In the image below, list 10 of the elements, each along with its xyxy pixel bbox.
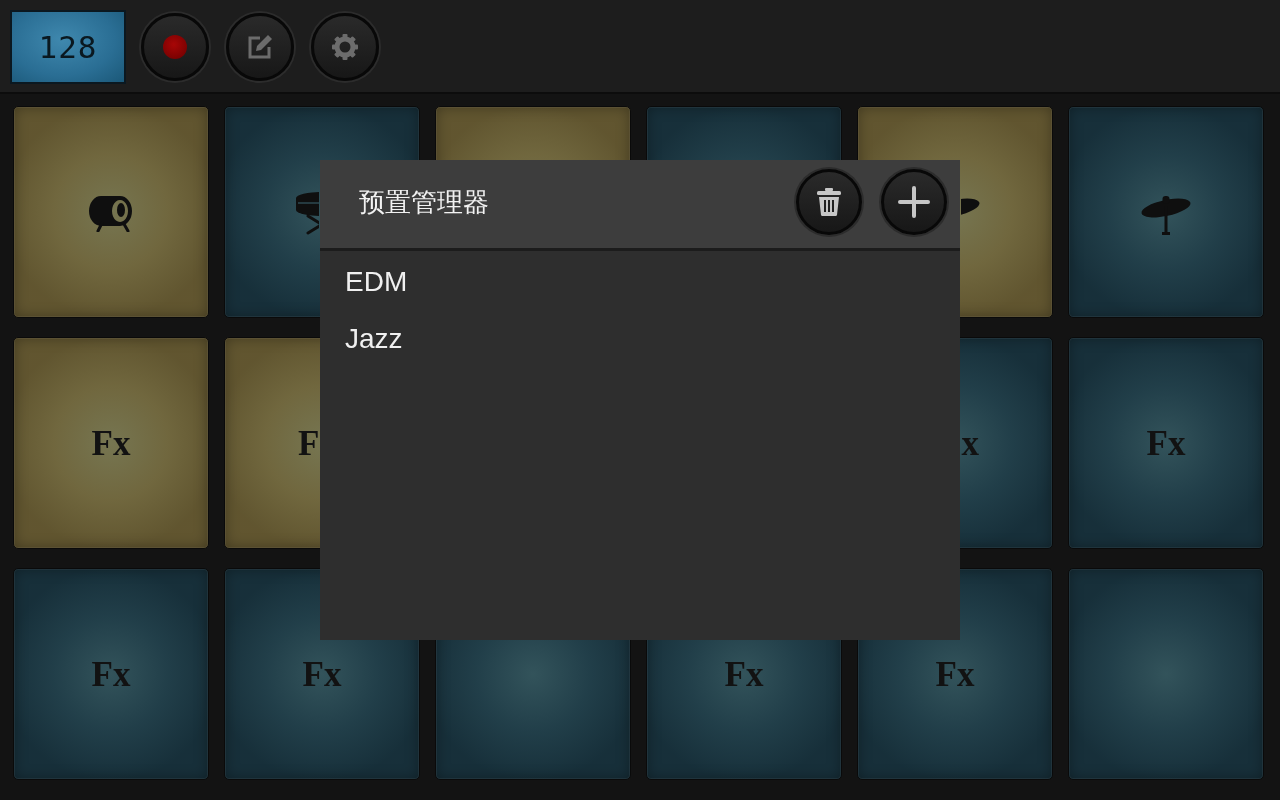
pad-label: Fx [724,656,764,692]
bpm-display: 128 [10,10,126,84]
pad-label: Fx [302,656,342,692]
pad-label: Fx [91,425,131,461]
pad-label: Fx [91,656,131,692]
pad-label: x [961,425,979,461]
pad-label: F [298,425,320,461]
pad-label: Fx [1146,425,1186,461]
pad-label: Fx [935,656,975,692]
dialog-title: 预置管理器 [359,185,489,219]
